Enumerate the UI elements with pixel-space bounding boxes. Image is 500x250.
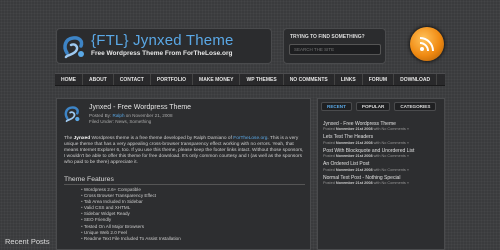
nav-portfolio[interactable]: PORTFOLIO [151, 74, 194, 85]
nav-forum[interactable]: FORUM [363, 74, 395, 85]
sidebar-tabs: RECENT POPULAR CATEGORIES [321, 102, 437, 111]
recent-posts-list: Jynxed - Free Wordpress Theme Posted Nov… [323, 121, 441, 189]
post-date: November 21st 2008 [335, 140, 373, 145]
with-separator: with [372, 127, 382, 132]
list-item[interactable]: Lets Test The Headers Posted November 21… [323, 135, 441, 145]
post-link[interactable]: Normal Text Post - Nothing Special [323, 175, 400, 181]
posted-prefix: Posted [323, 167, 336, 172]
post-article: Jynxed - Free Wordpress Theme Posted By:… [56, 98, 311, 250]
with-separator: with [372, 167, 382, 172]
post-sub: Posted November 21st 2008 with No Commen… [323, 141, 441, 146]
body-text: Wordpress theme is a free theme develope… [90, 136, 234, 141]
tab-popular[interactable]: POPULAR [355, 102, 391, 111]
post-date: November 21st 2008 [335, 180, 373, 185]
posted-prefix: Posted [323, 140, 336, 145]
post-link[interactable]: Post With Blockquote and Unordered List [323, 148, 414, 154]
sidebar: RECENT POPULAR CATEGORIES Jynxed - Free … [317, 98, 445, 250]
list-item[interactable]: Normal Text Post - Nothing Special Poste… [323, 175, 441, 186]
comments-link[interactable]: No Comments » [382, 168, 409, 172]
main-navigation: HOME ABOUT CONTACT PORTFOLIO MAKE MONEY … [55, 73, 445, 86]
search-box: TRYING TO FIND SOMETHING? [283, 28, 386, 64]
tab-recent[interactable]: RECENT [321, 102, 352, 111]
post-sub: Posted November 21st 2008 with No Commen… [323, 181, 441, 186]
list-item[interactable]: An Ordered List Post Posted November 21s… [323, 161, 441, 173]
post-author-link[interactable]: Ralph [113, 113, 125, 118]
features-heading: Theme Features [64, 176, 305, 185]
post-body: The Jynxed Wordpress theme is a free the… [64, 136, 305, 166]
list-item[interactable]: Post With Blockquote and Unordered List … [323, 148, 441, 159]
nav-links[interactable]: LINKS [335, 74, 363, 85]
nav-download[interactable]: DOWNLOAD [394, 74, 438, 85]
post-meta: Posted By: Ralph on November 21, 2008 Fi… [89, 113, 173, 124]
post-date: November 21st 2008 [335, 154, 373, 159]
post-link[interactable]: Jynxed - Free Wordpress Theme [323, 121, 396, 127]
tab-categories[interactable]: CATEGORIES [394, 102, 437, 111]
with-separator: with [372, 180, 382, 185]
site-title[interactable]: {FTL} Jynxed Theme [91, 32, 234, 49]
post-categories: Filed Under: News, Something [89, 118, 152, 124]
rss-feed-button[interactable] [410, 27, 444, 61]
post-date: November 21st 2008 [335, 127, 373, 132]
recent-posts-heading: Recent Posts [5, 237, 50, 246]
list-item[interactable]: Jynxed - Free Wordpress Theme Posted Nov… [323, 121, 441, 132]
post-title[interactable]: Jynxed - Free Wordpress Theme [89, 104, 191, 111]
nav-contact[interactable]: CONTACT [114, 74, 151, 85]
rss-icon [419, 37, 434, 52]
post-link[interactable]: An Ordered List Post [323, 161, 369, 167]
search-input[interactable] [289, 44, 381, 55]
posted-by-label: Posted By: [89, 113, 113, 118]
comments-link[interactable]: No Comments » [382, 127, 409, 131]
post-link[interactable]: Lets Test The Headers [323, 134, 373, 140]
post-logo-icon [64, 106, 80, 123]
nav-make-money[interactable]: MAKE MONEY [193, 74, 241, 85]
site-header: {FTL} Jynxed Theme Free Wordpress Theme … [56, 28, 272, 64]
comments-link[interactable]: No Comments » [382, 181, 409, 185]
post-sub: Posted November 21st 2008 with No Commen… [323, 127, 441, 132]
with-separator: with [372, 140, 382, 145]
post-sub: Posted November 21st 2008 with No Commen… [323, 168, 441, 173]
features-list: Wordpress 2.6+ Compatible Cross Browser … [81, 187, 181, 242]
post-sub: Posted November 21st 2008 with No Commen… [323, 154, 441, 159]
post-date: on November 21, 2008 [124, 113, 173, 118]
fortheLose-link[interactable]: ForTheLose.org [233, 136, 267, 141]
posted-prefix: Posted [323, 180, 336, 185]
list-item: Readme Text File Included To Assist Inst… [81, 236, 181, 242]
search-title: TRYING TO FIND SOMETHING? [290, 34, 365, 40]
posted-prefix: Posted [323, 127, 336, 132]
theme-name: Jynxed [73, 136, 91, 141]
nav-about[interactable]: ABOUT [83, 74, 114, 85]
with-separator: with [372, 154, 382, 159]
posted-prefix: Posted [323, 154, 336, 159]
body-text: The [64, 136, 74, 141]
nav-wp-themes[interactable]: WP THEMES [240, 74, 284, 85]
ftl-logo-icon[interactable] [61, 33, 89, 61]
nav-home[interactable]: HOME [55, 74, 83, 85]
comments-link[interactable]: No Comments » [382, 141, 409, 145]
site-tagline: Free Wordpress Theme From ForTheLose.org [91, 50, 233, 57]
nav-no-comments[interactable]: NO COMMENTS [284, 74, 335, 85]
comments-link[interactable]: No Comments » [382, 154, 409, 158]
post-date: November 21st 2008 [335, 167, 373, 172]
